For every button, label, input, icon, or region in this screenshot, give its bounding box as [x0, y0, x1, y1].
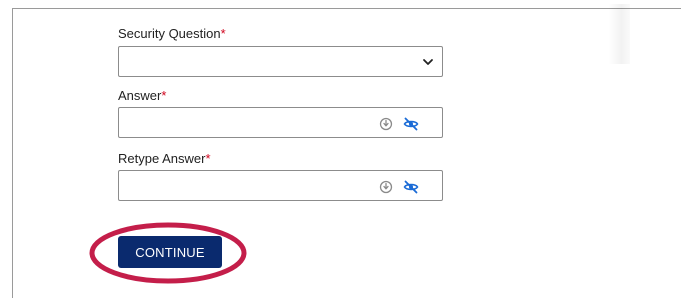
- hide-password-icon[interactable]: [403, 179, 419, 195]
- retype-answer-input[interactable]: [118, 170, 443, 201]
- answer-label: Answer*: [118, 88, 166, 103]
- security-question-label: Security Question*: [118, 26, 226, 41]
- highlight-ellipse-annotation: [89, 222, 247, 284]
- retype-answer-label-text: Retype Answer: [118, 151, 206, 166]
- hide-password-icon[interactable]: [403, 116, 419, 132]
- security-question-label-text: Security Question: [118, 26, 221, 41]
- required-asterisk: *: [205, 151, 211, 166]
- side-panel-shadow: [608, 4, 630, 64]
- answer-label-text: Answer: [118, 88, 162, 103]
- retype-answer-label: Retype Answer*: [118, 151, 211, 166]
- password-manager-icon[interactable]: [378, 179, 394, 195]
- security-question-select[interactable]: [118, 46, 443, 77]
- chevron-down-icon: [423, 59, 433, 65]
- required-asterisk: *: [161, 88, 167, 103]
- password-manager-icon[interactable]: [378, 116, 394, 132]
- answer-input[interactable]: [118, 107, 443, 138]
- required-asterisk: *: [220, 26, 226, 41]
